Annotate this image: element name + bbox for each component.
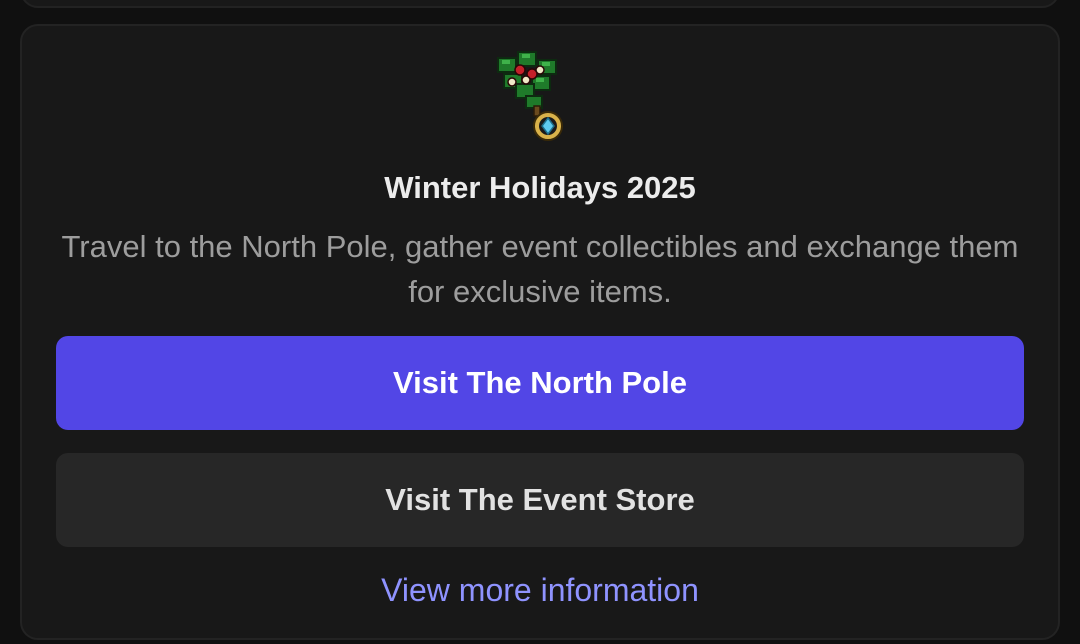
holly-mistletoe-icon [497,51,563,141]
event-description: Travel to the North Pole, gather event c… [61,229,1019,309]
view-more-information-link[interactable]: View more information [0,568,1080,612]
visit-north-pole-button[interactable]: Visit The North Pole [56,336,1024,430]
visit-event-store-button[interactable]: Visit The Event Store [56,453,1024,547]
event-title: Winter Holidays 2025 [384,170,696,205]
previous-card [20,0,1060,8]
